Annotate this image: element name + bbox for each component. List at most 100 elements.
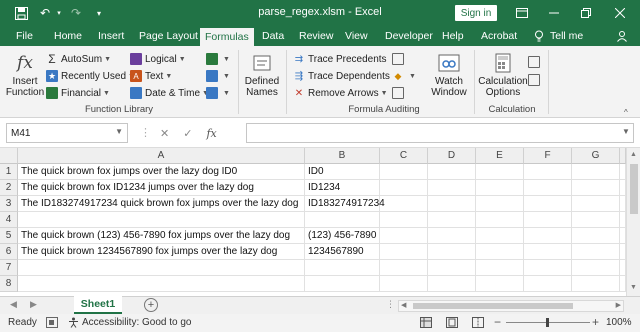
minimize-icon[interactable] [540, 0, 568, 26]
cell-a2[interactable]: The quick brown fox ID1234 jumps over th… [18, 180, 305, 196]
cell-e3[interactable] [476, 196, 524, 212]
cell-b7[interactable] [305, 260, 380, 276]
cell-b8[interactable] [305, 276, 380, 292]
formula-input[interactable] [246, 123, 634, 143]
cell-e4[interactable] [476, 212, 524, 228]
macro-record-icon[interactable] [46, 317, 58, 331]
zoom-slider[interactable] [506, 318, 590, 327]
math-trig-button[interactable]: ▼ [206, 68, 230, 84]
horizontal-scrollbar[interactable]: ◀ ▶ [398, 300, 624, 312]
cell-b3[interactable]: ID183274917234 [305, 196, 385, 212]
insert-function-icon[interactable]: fx [206, 127, 216, 140]
select-all-corner[interactable] [0, 148, 18, 164]
tab-file[interactable]: File [14, 26, 35, 46]
tab-page-layout[interactable]: Page Layout [137, 26, 200, 46]
cell-d6[interactable] [428, 244, 476, 260]
cell-d4[interactable] [428, 212, 476, 228]
cell-c3[interactable] [380, 196, 428, 212]
more-functions-button[interactable]: ▼ [206, 85, 230, 101]
cell-a6[interactable]: The quick brown 1234567890 fox jumps ove… [18, 244, 305, 260]
cell-a3[interactable]: The ID183274917234 quick brown fox jumps… [18, 196, 305, 212]
recently-used-button[interactable]: ★ Recently Used▼ [46, 68, 135, 84]
cell-b2[interactable]: ID1234 [305, 180, 380, 196]
tab-review[interactable]: Review [297, 26, 335, 46]
redo-icon[interactable]: ↷ [68, 3, 84, 23]
undo-dropdown-icon[interactable]: ▾ [54, 3, 64, 23]
cell-b4[interactable] [305, 212, 380, 228]
calculation-options-button[interactable]: Calculation Options [478, 52, 528, 98]
cell-e7[interactable] [476, 260, 524, 276]
tab-home[interactable]: Home [52, 26, 84, 46]
cell-d8[interactable] [428, 276, 476, 292]
cell-d3[interactable] [428, 196, 476, 212]
tab-data[interactable]: Data [260, 26, 286, 46]
cell-e2[interactable] [476, 180, 524, 196]
column-header-d[interactable]: D [428, 148, 476, 164]
row-header-1[interactable]: 1 [0, 164, 18, 180]
scroll-up-icon[interactable]: ▲ [630, 151, 637, 158]
cell-c5[interactable] [380, 228, 428, 244]
cell-f6[interactable] [524, 244, 572, 260]
evaluate-formula-button[interactable] [392, 85, 407, 101]
error-checking-button[interactable]: ◆ ▼ [392, 68, 416, 84]
scroll-right-icon[interactable]: ▶ [616, 301, 621, 309]
cell-e1[interactable] [476, 164, 524, 180]
cell-d7[interactable] [428, 260, 476, 276]
tab-formulas[interactable]: Formulas [200, 28, 254, 46]
scroll-left-icon[interactable]: ◀ [401, 301, 406, 309]
tell-me-search[interactable]: Tell me [548, 26, 585, 46]
tab-developer[interactable]: Developer [383, 26, 435, 46]
defined-names-button[interactable]: Defined Names [244, 52, 280, 98]
accessibility-icon[interactable] [68, 317, 79, 331]
cell-g1[interactable] [572, 164, 620, 180]
cell-f5[interactable] [524, 228, 572, 244]
chevron-down-icon[interactable]: ▼ [115, 127, 123, 136]
column-header-b[interactable]: B [305, 148, 380, 164]
column-header-g[interactable]: G [572, 148, 620, 164]
cell-c4[interactable] [380, 212, 428, 228]
cell-a5[interactable]: The quick brown (123) 456-7890 fox jumps… [18, 228, 305, 244]
column-header-c[interactable]: C [380, 148, 428, 164]
cell-g4[interactable] [572, 212, 620, 228]
next-sheet-icon[interactable]: ▶ [30, 299, 37, 310]
cell-c1[interactable] [380, 164, 428, 180]
tab-acrobat[interactable]: Acrobat [479, 26, 519, 46]
insert-function-button[interactable]: fx Insert Function [6, 52, 44, 98]
cell-b6[interactable]: 1234567890 [305, 244, 380, 260]
cell-f2[interactable] [524, 180, 572, 196]
cell-f8[interactable] [524, 276, 572, 292]
cell-c2[interactable] [380, 180, 428, 196]
close-icon[interactable] [606, 0, 634, 26]
normal-view-icon[interactable] [420, 317, 432, 331]
scroll-down-icon[interactable]: ▼ [630, 284, 637, 291]
expand-formula-bar-icon[interactable]: ▼ [622, 127, 630, 136]
row-header-5[interactable]: 5 [0, 228, 18, 244]
cell-a7[interactable] [18, 260, 305, 276]
zoom-out-icon[interactable]: − [494, 315, 501, 329]
cell-g8[interactable] [572, 276, 620, 292]
cell-e6[interactable] [476, 244, 524, 260]
cell-g7[interactable] [572, 260, 620, 276]
cell-c6[interactable] [380, 244, 428, 260]
undo-icon[interactable]: ↶ [36, 3, 54, 23]
zoom-slider-handle[interactable] [546, 318, 549, 327]
row-header-8[interactable]: 8 [0, 276, 18, 292]
ribbon-display-icon[interactable] [508, 0, 536, 26]
cell-d5[interactable] [428, 228, 476, 244]
accessibility-status[interactable]: Accessibility: Good to go [82, 317, 192, 328]
save-icon[interactable] [12, 3, 30, 23]
zoom-in-icon[interactable]: + [592, 315, 599, 329]
page-layout-view-icon[interactable] [446, 317, 458, 331]
watch-window-button[interactable]: Watch Window [428, 52, 470, 98]
text-button[interactable]: A Text ▼ [130, 68, 172, 84]
cell-f7[interactable] [524, 260, 572, 276]
cell-a1[interactable]: The quick brown fox jumps over the lazy … [18, 164, 305, 180]
cell-g5[interactable] [572, 228, 620, 244]
add-sheet-icon[interactable]: + [144, 298, 158, 312]
row-header-3[interactable]: 3 [0, 196, 18, 212]
row-header-2[interactable]: 2 [0, 180, 18, 196]
calculate-now-button[interactable] [528, 54, 543, 70]
cell-f1[interactable] [524, 164, 572, 180]
cell-b1[interactable]: ID0 [305, 164, 380, 180]
restore-icon[interactable] [572, 0, 600, 26]
